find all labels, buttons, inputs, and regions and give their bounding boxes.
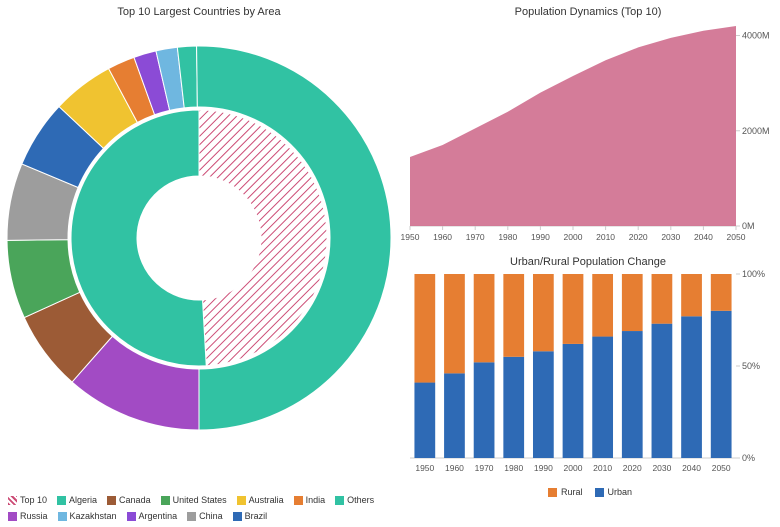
donut-title: Top 10 Largest Countries by Area xyxy=(0,0,398,20)
area-panel: Population Dynamics (Top 10) 0M 2000M 4000… xyxy=(398,0,778,250)
svg-text:2020: 2020 xyxy=(629,232,648,242)
svg-text:1960: 1960 xyxy=(433,232,452,242)
donut-panel: Top 10 Largest Countries by Area Top 10 A… xyxy=(0,0,398,527)
svg-text:2000M: 2000M xyxy=(742,126,770,136)
legend-item: Canada xyxy=(107,495,151,505)
legend-item: Top 10 xyxy=(8,495,47,505)
svg-text:100%: 100% xyxy=(742,270,765,279)
bar-title: Urban/Rural Population Change xyxy=(398,250,778,270)
svg-text:1990: 1990 xyxy=(531,232,550,242)
svg-text:1980: 1980 xyxy=(504,463,523,473)
svg-text:2040: 2040 xyxy=(682,463,701,473)
svg-text:1950: 1950 xyxy=(415,463,434,473)
bar-legend: RuralUrban xyxy=(398,485,778,499)
svg-text:1980: 1980 xyxy=(498,232,517,242)
svg-text:1970: 1970 xyxy=(475,463,494,473)
svg-text:2030: 2030 xyxy=(661,232,680,242)
svg-text:0M: 0M xyxy=(742,221,755,231)
legend-item: Brazil xyxy=(233,511,268,521)
svg-text:0%: 0% xyxy=(742,453,755,463)
svg-text:50%: 50% xyxy=(742,361,760,371)
svg-text:1970: 1970 xyxy=(466,232,485,242)
donut-legend: Top 10 Algeria Canada United States Australi… xyxy=(8,495,390,521)
legend-item: Russia xyxy=(8,511,48,521)
legend-item: Argentina xyxy=(127,511,178,521)
svg-text:2030: 2030 xyxy=(652,463,671,473)
svg-text:2050: 2050 xyxy=(712,463,731,473)
legend-item: United States xyxy=(161,495,227,505)
svg-text:2050: 2050 xyxy=(727,232,746,242)
svg-text:1950: 1950 xyxy=(401,232,420,242)
svg-text:1990: 1990 xyxy=(534,463,553,473)
svg-text:2000: 2000 xyxy=(564,463,583,473)
legend-item: Others xyxy=(335,495,374,505)
svg-text:2000: 2000 xyxy=(564,232,583,242)
bar-chart: 0% 50% 100% 1950 1960 1970 1980 1990 2000 2010 202… xyxy=(398,270,778,480)
svg-text:2010: 2010 xyxy=(593,463,612,473)
legend-item: Australia xyxy=(237,495,284,505)
legend-item: Kazakhstan xyxy=(58,511,117,521)
legend-item: China xyxy=(187,511,223,521)
svg-text:2020: 2020 xyxy=(623,463,642,473)
svg-text:1960: 1960 xyxy=(445,463,464,473)
area-title: Population Dynamics (Top 10) xyxy=(398,0,778,20)
area-chart: 0M 2000M 4000M 1950 1960 1970 1980 1990 2000 2010… xyxy=(398,20,778,250)
donut-chart xyxy=(0,20,398,460)
legend-item: India xyxy=(294,495,326,505)
dashboard: Top 10 Largest Countries by Area Top 10 A… xyxy=(0,0,780,527)
bar-panel: Urban/Rural Population Change 0% 50% 100% 1… xyxy=(398,250,778,510)
svg-text:4000M: 4000M xyxy=(742,31,770,41)
svg-text:2010: 2010 xyxy=(596,232,615,242)
legend-item: Algeria xyxy=(57,495,97,505)
right-panel: Population Dynamics (Top 10) 0M 2000M 4000… xyxy=(398,0,778,527)
svg-text:2040: 2040 xyxy=(694,232,713,242)
